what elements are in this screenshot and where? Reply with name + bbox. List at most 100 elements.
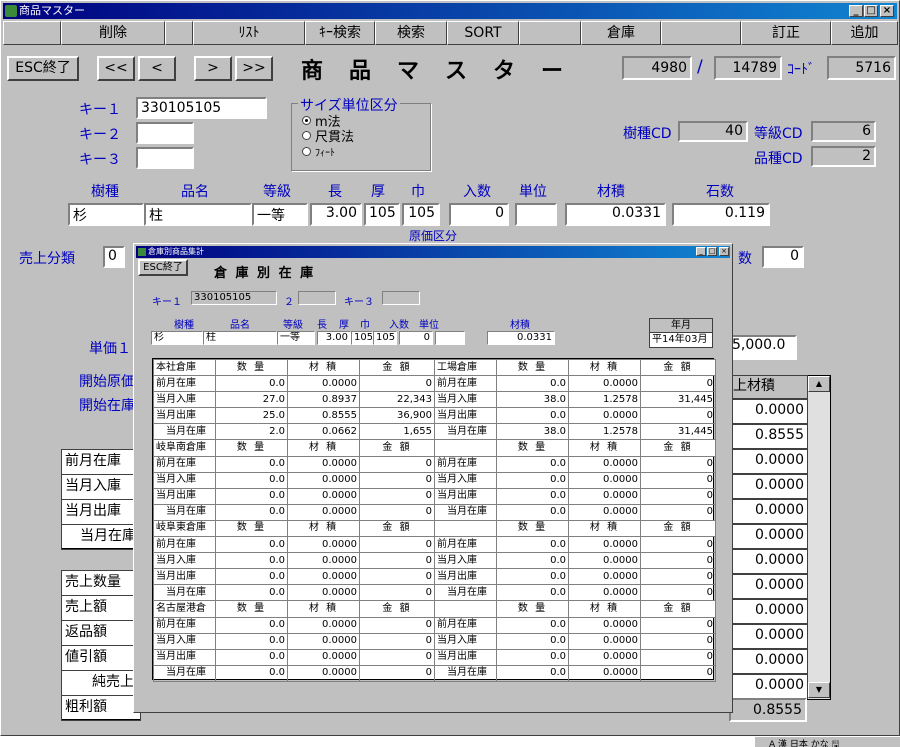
popup-header-tokyu: 等級 xyxy=(283,320,303,331)
scroll-up-icon[interactable]: ▲ xyxy=(808,376,830,392)
table-row: 当月出庫 0.0 0.0000 0 当月出庫 0.0 0.0000 0 xyxy=(153,568,716,586)
fkey-delete[interactable]: 削除 xyxy=(61,21,165,45)
start-cost-label: 開始原価 xyxy=(79,374,135,390)
product-kokusu[interactable]: 0.119 xyxy=(672,203,770,226)
ime-taskbar[interactable]: A 漢 日本 かな 🖫 xyxy=(755,736,900,747)
fkey-add[interactable]: 追加 xyxy=(831,21,898,45)
size-unit-group: サイズ単位区分 m法 尺貫法 ﾌｨｰﾄ xyxy=(291,95,431,171)
header-jushu: 樹種 xyxy=(91,184,119,200)
radio-feet-label: ﾌｨｰﾄ xyxy=(315,148,335,159)
row-label: 前月在庫 xyxy=(153,536,216,554)
tanka-value[interactable]: 5,000.0 xyxy=(729,335,797,360)
warehouse-stock-body: 本社倉庫数 量材 積金 額工場倉庫数 量材 積金 額前月在庫 0.0 0.0000 0… xyxy=(153,358,716,682)
fkey-correct[interactable]: 訂正 xyxy=(741,21,831,45)
popup-header-tani: 単位 xyxy=(419,320,439,331)
scroll-down-icon[interactable]: ▼ xyxy=(808,682,830,698)
row-label: 前月在庫 xyxy=(153,455,216,473)
key3-input[interactable] xyxy=(136,147,194,169)
row-label: 前月在庫 xyxy=(153,616,216,634)
maximize-icon[interactable]: □ xyxy=(864,5,878,17)
size-unit-title: サイズ単位区分 xyxy=(298,95,400,115)
row-value: 0 xyxy=(640,648,716,666)
last-record-button[interactable]: >> xyxy=(235,56,273,81)
fkey-search[interactable]: 検索 xyxy=(375,21,447,45)
product-zaiseki[interactable]: 0.0331 xyxy=(565,203,666,226)
fkey-blank-3[interactable] xyxy=(519,21,581,45)
popup-title-bar[interactable]: 倉庫別商品集計 _ □ × xyxy=(136,246,730,258)
key2-input[interactable] xyxy=(136,122,194,144)
jushu-cd-label: 樹種CD xyxy=(623,126,672,142)
fkey-blank-2[interactable] xyxy=(165,21,193,45)
genka-class-label: 原価区分 xyxy=(409,229,458,243)
row-value: 0.0000 xyxy=(287,584,360,602)
fkey-list[interactable]: ﾘｽﾄ xyxy=(193,21,305,45)
esc-exit-button[interactable]: ESC終了 xyxy=(7,56,79,81)
row-value: 0 xyxy=(359,455,435,473)
radio-feet-dot[interactable] xyxy=(302,147,311,156)
radio-shakkan[interactable]: 尺貫法 xyxy=(302,129,354,145)
fkey-blank-1[interactable] xyxy=(3,21,61,45)
tokyu-cd-label: 等級CD xyxy=(754,126,803,142)
row-value: 0.0 xyxy=(496,503,569,521)
row-value: 0.0 xyxy=(496,455,569,473)
row-value: 0 xyxy=(359,552,435,570)
column-header: 数 量 xyxy=(496,600,569,618)
key1-input[interactable]: 330105105 xyxy=(136,97,267,119)
product-length[interactable]: 3.00 xyxy=(310,203,362,226)
next-record-button[interactable]: > xyxy=(194,56,232,81)
popup-maximize-icon[interactable]: □ xyxy=(707,247,717,256)
popup-product-thick: 105 xyxy=(351,331,373,345)
product-jushu[interactable]: 杉 xyxy=(68,203,144,226)
row-value: 0.0 xyxy=(215,632,288,650)
row-value: 0 xyxy=(640,407,716,425)
header-tokyu: 等級 xyxy=(263,184,291,200)
popup-minimize-icon[interactable]: _ xyxy=(696,247,706,256)
prev-record-button[interactable]: < xyxy=(138,56,176,81)
warehouse-name xyxy=(434,439,497,457)
column-header: 材 積 xyxy=(287,358,360,377)
row-value: 0.0 xyxy=(215,616,288,634)
popup-yearmonth-box: 年月 平14年03月 xyxy=(649,318,713,348)
header-hinmei: 品名 xyxy=(181,184,209,200)
product-hinmei[interactable]: 柱 xyxy=(144,203,252,226)
row-label: 当月在庫 xyxy=(153,664,216,682)
row-value: 0.0 xyxy=(496,616,569,634)
product-tani[interactable] xyxy=(515,203,557,226)
product-width[interactable]: 105 xyxy=(402,203,440,226)
row-label: 前月在庫 xyxy=(434,455,497,473)
close-icon[interactable]: × xyxy=(880,5,894,17)
row-value: 0.0000 xyxy=(287,375,360,393)
title-bar[interactable]: 商品マスター _ □ × xyxy=(3,3,897,19)
radio-shakkan-dot[interactable] xyxy=(302,131,311,140)
warehouse-name: 岐阜南倉庫 xyxy=(153,439,216,457)
column-header: 金 額 xyxy=(640,600,716,618)
zaiseki-row: 0.0000 xyxy=(729,524,808,549)
popup-close-icon[interactable]: × xyxy=(719,247,729,256)
fkey-key-search[interactable]: ｷｰ検索 xyxy=(305,21,375,45)
radio-feet[interactable]: ﾌｨｰﾄ xyxy=(302,145,354,159)
warehouse-name: 工場倉庫 xyxy=(434,358,497,377)
header-thick: 厚 xyxy=(371,184,385,200)
zaiseki-scrollbar[interactable]: ▲ ▼ xyxy=(808,376,830,699)
radio-m-dot[interactable] xyxy=(302,116,311,125)
row-value: 0 xyxy=(359,568,435,586)
product-tokyu[interactable]: 一等 xyxy=(252,203,308,226)
column-header: 数 量 xyxy=(215,439,288,457)
row-label: 当月入庫 xyxy=(153,632,216,650)
row-label: 当月入庫 xyxy=(434,471,497,489)
fkey-sort[interactable]: SORT xyxy=(447,21,519,45)
row-value: 0.0 xyxy=(496,407,569,425)
product-irisu[interactable]: 0 xyxy=(449,203,509,226)
popup-esc-button[interactable]: ESC終了 xyxy=(138,259,188,276)
fkey-blank-4[interactable] xyxy=(661,21,741,45)
minimize-icon[interactable]: _ xyxy=(849,5,863,17)
row-value: 0.0000 xyxy=(287,568,360,586)
count-input[interactable]: 0 xyxy=(762,246,804,268)
sales-class-input[interactable]: 0 xyxy=(103,246,125,268)
product-thick[interactable]: 105 xyxy=(364,203,400,226)
table-row: 前月在庫 0.0 0.0000 0 前月在庫 0.0 0.0000 0 xyxy=(153,616,716,634)
row-label: 当月出庫 xyxy=(153,568,216,586)
column-header: 金 額 xyxy=(640,358,716,377)
fkey-warehouse[interactable]: 倉庫 xyxy=(581,21,661,45)
first-record-button[interactable]: << xyxy=(97,56,135,81)
